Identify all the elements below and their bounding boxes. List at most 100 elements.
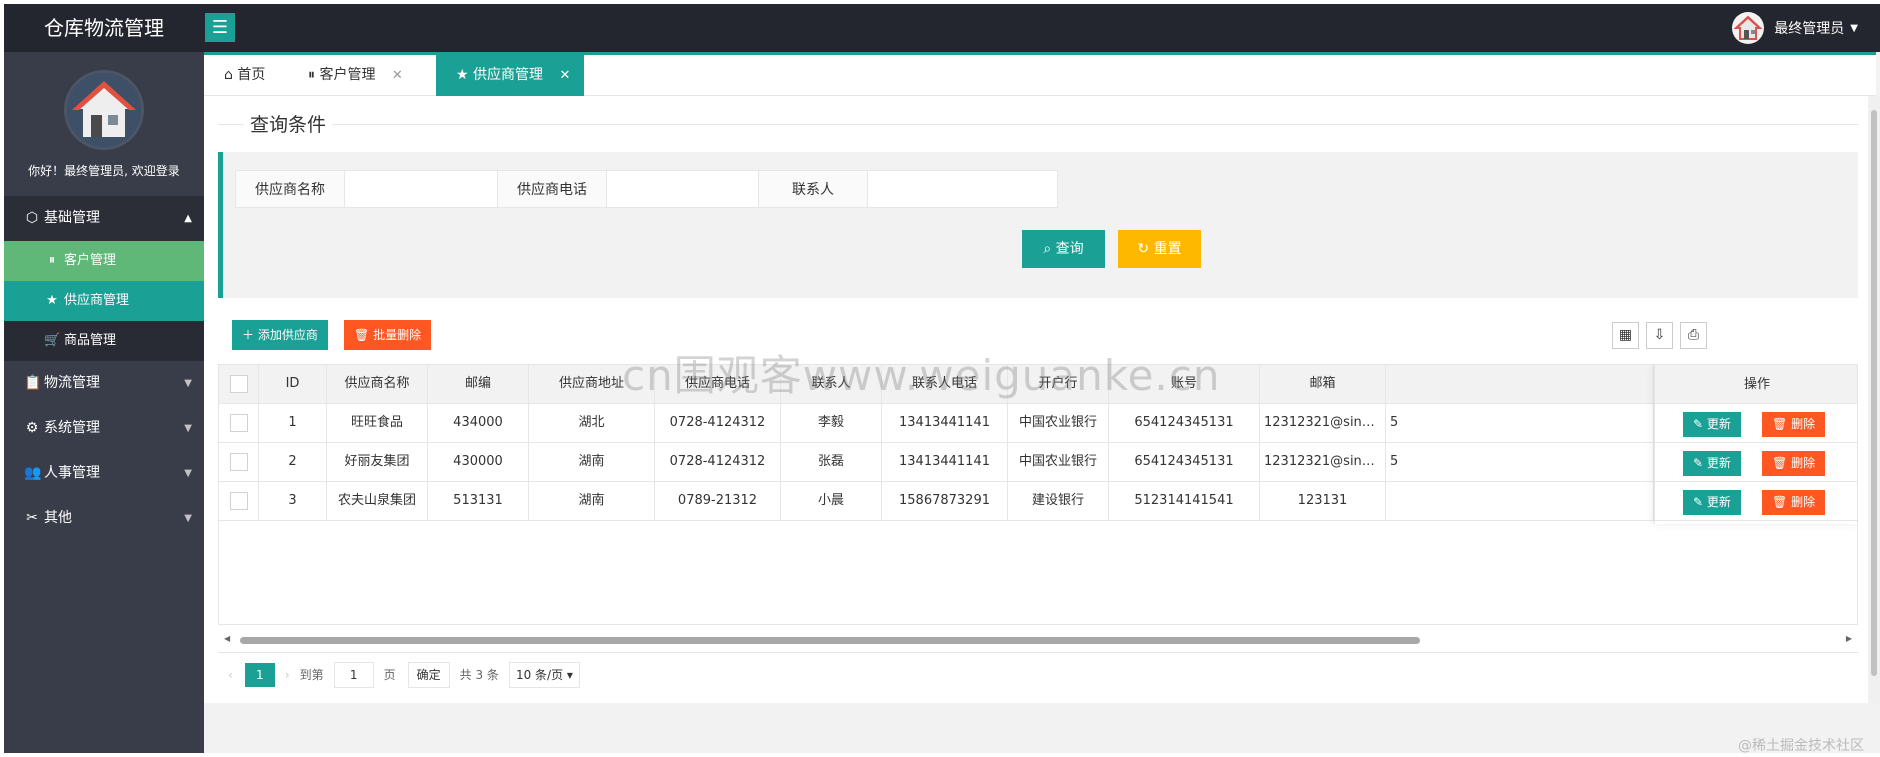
table-cell: 中国农业银行 <box>1008 404 1109 442</box>
confirm-page-button[interactable]: 确定 <box>407 661 450 688</box>
nav-item-supplier[interactable]: ★ 供应商管理 <box>4 281 204 321</box>
cart-icon: 🛒 <box>44 333 61 348</box>
menu-toggle-button[interactable]: ☰ <box>205 13 235 42</box>
table-cell: 湖南 <box>529 443 655 481</box>
button-label: 更新 <box>1706 456 1731 470</box>
button-label: 添加供应商 <box>257 328 318 342</box>
contact-input[interactable] <box>868 170 1058 208</box>
select-all-checkbox[interactable] <box>229 374 248 393</box>
star-icon: ★ <box>456 67 469 83</box>
goto-page-input[interactable]: 1 <box>333 661 374 688</box>
page-size-value: 10 条/页 <box>515 667 564 682</box>
row-checkbox[interactable] <box>229 491 248 510</box>
trash-icon: 🗑 <box>1772 495 1788 509</box>
nav-item-label: 物流管理 <box>44 375 100 391</box>
export-icon[interactable]: ⇩ <box>1646 322 1673 349</box>
sidebar: 你好！最终管理员, 欢迎登录 ⬡ 基础管理 ▲ ⏸ 客户管理 ★ 供应商管理 🛒 商品管… <box>4 52 204 753</box>
table-cell: 3 <box>259 482 327 520</box>
scroll-left-icon[interactable]: ◀ <box>224 634 230 643</box>
nav-item-other[interactable]: ✂ 其他 ▼ <box>4 496 204 541</box>
action-row: ✎ 更新 🗑 删除 <box>1655 482 1857 521</box>
goto-label: 到第 <box>299 668 324 682</box>
button-label: 删除 <box>1791 495 1816 509</box>
print-icon[interactable]: ⎙ <box>1680 322 1707 349</box>
scrollbar-thumb[interactable] <box>1871 110 1877 676</box>
hamburger-icon: ☰ <box>211 17 229 38</box>
next-page-icon[interactable]: › <box>285 668 290 682</box>
supplier-table: ID 供应商名称 邮编 供应商地址 供应商电话 联系人 联系人电话 开户行 账号… <box>218 364 1858 625</box>
vertical-scrollbar[interactable] <box>1868 96 1880 703</box>
close-icon[interactable]: ✕ <box>392 68 403 83</box>
columns-icon[interactable]: ▦ <box>1612 322 1639 349</box>
table-cell: 5 <box>1386 404 1654 442</box>
prev-page-icon[interactable]: ‹ <box>228 668 233 682</box>
top-header: 仓库物流管理 ☰ 最终管理员 ▼ <box>4 4 1880 52</box>
nav-item-hr[interactable]: 👥 人事管理 ▼ <box>4 451 204 496</box>
table-cell: 农夫山泉集团 <box>327 482 428 520</box>
contact-field: 联系人 <box>758 170 1058 208</box>
row-checkbox-cell <box>219 404 259 442</box>
wrench-icon: ✂ <box>26 510 38 526</box>
table-cell: 15867873291 <box>882 482 1008 520</box>
table-cell: 李毅 <box>781 404 882 442</box>
scroll-right-icon[interactable]: ▶ <box>1846 634 1852 643</box>
nav-item-goods[interactable]: 🛒 商品管理 <box>4 321 204 361</box>
search-button[interactable]: ⌕ 查询 <box>1022 230 1105 268</box>
row-checkbox[interactable] <box>229 413 248 432</box>
table-cell: 好丽友集团 <box>327 443 428 481</box>
trash-icon: 🗑 <box>1772 456 1788 470</box>
tab-supplier[interactable]: ★ 供应商管理 ✕ <box>436 55 584 96</box>
star-icon: ★ <box>46 293 58 308</box>
table-cell: 430000 <box>428 443 529 481</box>
update-button[interactable]: ✎ 更新 <box>1683 451 1741 476</box>
button-label: 更新 <box>1706 417 1731 431</box>
reset-button[interactable]: ↻ 重置 <box>1118 230 1201 268</box>
table-row[interactable]: 1 旺旺食品 434000 湖北 0728-4124312 李毅 1341344… <box>219 404 1857 443</box>
table-cell: 中国农业银行 <box>1008 443 1109 481</box>
column-header[interactable]: 供应商名称 <box>327 365 428 403</box>
page-size-select[interactable]: 10 条/页 ▾ <box>508 661 580 688</box>
watermark-corner: @稀土掘金技术社区 <box>1738 738 1864 754</box>
add-supplier-button[interactable]: ＋ 添加供应商 <box>232 320 328 350</box>
cube-icon: ⬡ <box>25 210 39 226</box>
delete-button[interactable]: 🗑 删除 <box>1762 451 1826 476</box>
page-number-current[interactable]: 1 <box>244 662 275 687</box>
nav-item-logistics[interactable]: 📋 物流管理 ▼ <box>4 361 204 406</box>
close-icon[interactable]: ✕ <box>559 68 570 83</box>
table-row[interactable]: 3 农夫山泉集团 513131 湖南 0789-21312 小晨 1586787… <box>219 482 1857 521</box>
table-row[interactable]: 2 好丽友集团 430000 湖南 0728-4124312 张磊 134134… <box>219 443 1857 482</box>
query-title: 查询条件 <box>244 110 333 137</box>
refresh-icon: ↻ <box>1137 241 1150 257</box>
column-header[interactable]: 邮箱 <box>1260 365 1386 403</box>
caret-down-icon: ▼ <box>184 423 192 434</box>
app-window: 仓库物流管理 ☰ 最终管理员 ▼ 你好！最终管理员, 欢迎登录 ⬡ 基础管理 ▲… <box>4 4 1880 753</box>
supplier-phone-field: 供应商电话 <box>497 170 797 208</box>
table-cell: 2 <box>259 443 327 481</box>
user-menu[interactable]: 最终管理员 ▼ <box>1732 12 1858 44</box>
scrollbar-thumb[interactable] <box>240 637 1420 644</box>
tab-customer[interactable]: ⏸ 客户管理 ✕ <box>288 55 436 96</box>
gear-icon: ⚙ <box>25 420 39 436</box>
action-row: ✎ 更新 🗑 删除 <box>1655 404 1857 443</box>
batch-delete-button[interactable]: 🗑 批量删除 <box>344 320 432 350</box>
update-button[interactable]: ✎ 更新 <box>1683 490 1741 515</box>
pause-circle-icon: ⏸ <box>48 253 56 268</box>
delete-button[interactable]: 🗑 删除 <box>1762 412 1826 437</box>
row-checkbox[interactable] <box>229 452 248 471</box>
column-header[interactable]: 邮编 <box>428 365 529 403</box>
nav-item-basic[interactable]: ⬡ 基础管理 ▲ <box>4 196 204 241</box>
delete-button[interactable]: 🗑 删除 <box>1762 490 1826 515</box>
button-label: 重置 <box>1153 241 1182 257</box>
select-all-checkbox-cell <box>219 365 259 403</box>
column-header[interactable]: ID <box>259 365 327 403</box>
total-count: 共 3 条 <box>459 668 499 682</box>
table-cell: 12312321@sina... <box>1260 443 1386 481</box>
update-button[interactable]: ✎ 更新 <box>1683 412 1741 437</box>
column-header[interactable] <box>1386 365 1654 403</box>
tab-home[interactable]: ⌂ 首页 <box>204 55 288 96</box>
nav-item-label: 基础管理 <box>44 210 100 226</box>
table-cell: 0789-21312 <box>655 482 781 520</box>
nav-item-system[interactable]: ⚙ 系统管理 ▼ <box>4 406 204 451</box>
horizontal-scrollbar[interactable]: ◀ ▶ <box>218 634 1858 646</box>
nav-item-customer[interactable]: ⏸ 客户管理 <box>4 241 204 281</box>
